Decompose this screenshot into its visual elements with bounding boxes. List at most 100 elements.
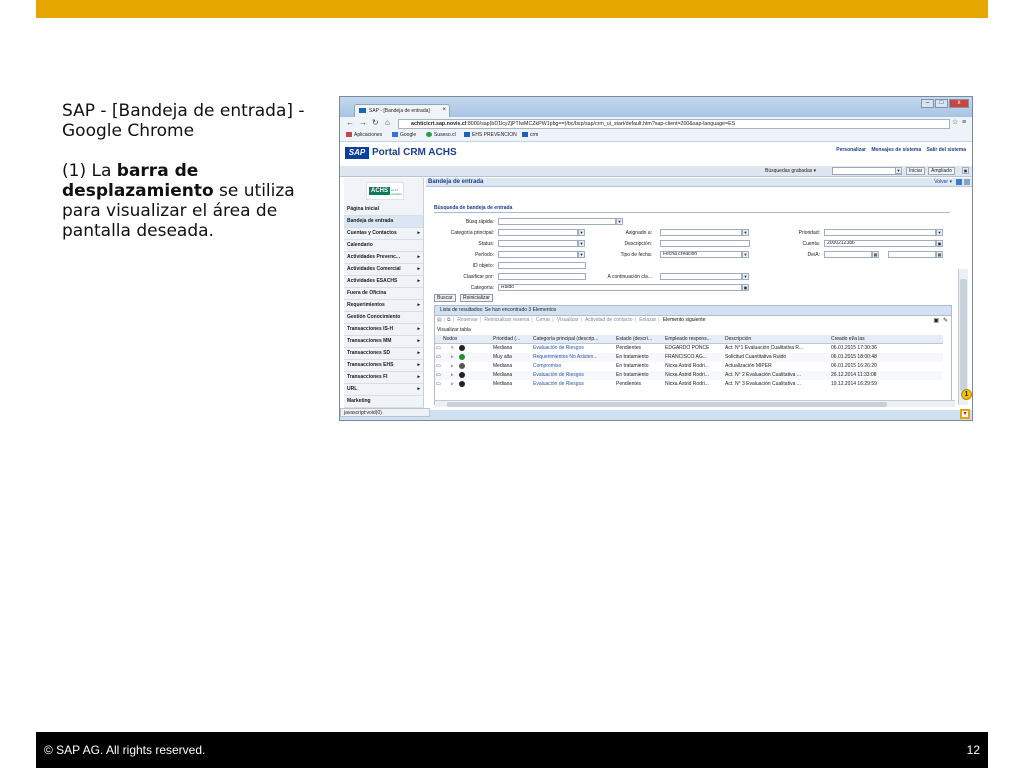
cell-category[interactable]: Requerimientos No Asisten... bbox=[533, 353, 597, 361]
cell-category[interactable]: Evaluación de Riesgos bbox=[533, 371, 584, 379]
link-button[interactable]: Enlazar bbox=[639, 317, 656, 323]
logout-link[interactable]: Salir del sistema bbox=[927, 147, 966, 153]
row-select-icon[interactable]: ▭ bbox=[436, 371, 441, 379]
table-row[interactable]: ▭ ▿ Mediana Evaluación de Riesgos Pendientes… bbox=[435, 344, 943, 353]
table-icon[interactable]: ▤ bbox=[437, 317, 442, 323]
expand-node-icon[interactable]: ▹ bbox=[451, 371, 454, 379]
browser-tab[interactable]: SAP - [Bandeja de entrada] × bbox=[354, 104, 450, 117]
column-header[interactable]: Estado (descri... bbox=[616, 335, 652, 343]
date-to-input[interactable] bbox=[888, 251, 936, 258]
nav-item[interactable]: Transacciones FI ▸ bbox=[344, 372, 423, 384]
saved-searches-select[interactable] bbox=[832, 167, 902, 175]
horizontal-scrollbar[interactable] bbox=[435, 400, 955, 407]
nav-item[interactable]: Requerimientos ▸ bbox=[344, 300, 423, 312]
chevron-right-icon[interactable]: ▸ bbox=[417, 300, 420, 311]
chevron-right-icon[interactable]: ▸ bbox=[417, 372, 420, 383]
table-row[interactable]: ▭ ▹ Mediana Evaluación de Riesgos Pendientes… bbox=[435, 380, 943, 389]
search-button[interactable]: Buscar bbox=[434, 294, 456, 302]
copy-icon[interactable]: ⧉ bbox=[447, 317, 451, 323]
continue-classify-select[interactable] bbox=[660, 273, 742, 280]
row-select-icon[interactable]: ▭ bbox=[436, 362, 441, 370]
contact-activity-button[interactable]: Actividad de contacto bbox=[585, 317, 633, 323]
period-select[interactable] bbox=[498, 251, 578, 258]
reserve-button[interactable]: Reservar bbox=[457, 317, 477, 323]
chevron-down-icon[interactable]: ▼ bbox=[616, 218, 623, 225]
minimize-button[interactable]: – bbox=[921, 99, 934, 108]
main-category-select[interactable] bbox=[498, 229, 578, 236]
nav-item[interactable]: Transacciones IS-H ▸ bbox=[344, 324, 423, 336]
vertical-scrollbar[interactable] bbox=[958, 269, 968, 405]
calendar-icon[interactable]: ▦ bbox=[936, 251, 943, 258]
column-header[interactable]: Descripción bbox=[725, 335, 751, 343]
bookmark-item[interactable]: Suseso.cl bbox=[426, 132, 456, 138]
nav-item[interactable]: Bandeja de entrada bbox=[344, 216, 423, 228]
view-button[interactable]: Visualizar bbox=[557, 317, 579, 323]
reset-button[interactable]: Reinicializar bbox=[460, 294, 493, 302]
nav-item[interactable]: Transacciones EHS ▸ bbox=[344, 360, 423, 372]
description-input[interactable] bbox=[660, 240, 750, 247]
chevron-right-icon[interactable]: ▸ bbox=[417, 252, 420, 263]
nav-item[interactable]: Actividades ESACHS ▸ bbox=[344, 276, 423, 288]
nav-item[interactable]: Actividades Comercial ▸ bbox=[344, 264, 423, 276]
vertical-scroll-thumb[interactable] bbox=[960, 279, 967, 391]
forward-icon[interactable]: → bbox=[359, 118, 367, 128]
system-messages-link[interactable]: Mensajes de sistema bbox=[871, 147, 921, 153]
cell-category[interactable]: Evaluación de Riesgos bbox=[533, 344, 584, 352]
chevron-down-icon[interactable]: ▼ bbox=[578, 240, 585, 247]
picker-icon[interactable]: ▣ bbox=[936, 240, 943, 247]
row-select-icon[interactable]: ▭ bbox=[436, 344, 441, 352]
priority-select[interactable] bbox=[824, 229, 936, 236]
back-button[interactable]: Volver ▾ bbox=[934, 179, 952, 185]
view-table-button[interactable]: Visualizar tabla bbox=[435, 326, 951, 335]
chevron-right-icon[interactable]: ▸ bbox=[417, 276, 420, 287]
chevron-right-icon[interactable]: ▸ bbox=[417, 336, 420, 347]
settings-icon[interactable] bbox=[964, 179, 970, 185]
column-header[interactable]: Empleado respons... bbox=[665, 335, 711, 343]
reset-reserve-button[interactable]: Reinicializar reserva bbox=[484, 317, 529, 323]
nav-item[interactable]: Actividades Prevenc... ▸ bbox=[344, 252, 423, 264]
expand-node-icon[interactable]: ▹ bbox=[451, 362, 454, 370]
nav-item[interactable]: Página inicial bbox=[344, 204, 423, 216]
quick-search-input[interactable] bbox=[498, 218, 616, 225]
chevron-down-icon[interactable]: ▼ bbox=[742, 273, 749, 280]
horizontal-scroll-thumb[interactable] bbox=[447, 402, 887, 407]
bookmark-item[interactable]: Google bbox=[392, 132, 416, 138]
expand-node-icon[interactable]: ▹ bbox=[451, 353, 454, 361]
chevron-right-icon[interactable]: ▸ bbox=[417, 324, 420, 335]
chevron-down-icon[interactable]: ▼ bbox=[578, 251, 585, 258]
bookmark-item[interactable]: EHS PREVENCION bbox=[464, 132, 517, 138]
back-icon[interactable]: ← bbox=[346, 118, 354, 128]
home-icon[interactable]: ⌂ bbox=[385, 118, 390, 128]
row-select-icon[interactable]: ▭ bbox=[436, 380, 441, 388]
category-input[interactable]: Ruido bbox=[498, 284, 742, 291]
column-header[interactable]: Nodos bbox=[443, 335, 457, 343]
help-icon[interactable] bbox=[956, 179, 962, 185]
nav-item[interactable]: Calendario bbox=[344, 240, 423, 252]
table-row[interactable]: ▭ ▹ Mediana Compromiso En tratamiento Nicxa A… bbox=[435, 362, 943, 371]
bookmark-star-icon[interactable]: ☆ bbox=[952, 118, 958, 128]
nav-item[interactable]: Transacciones MM ▸ bbox=[344, 336, 423, 348]
settings-icon[interactable]: ✎ bbox=[943, 317, 948, 324]
chevron-down-icon[interactable]: ▼ bbox=[578, 229, 585, 236]
calendar-icon[interactable]: ▦ bbox=[872, 251, 879, 258]
tab-close-icon[interactable]: × bbox=[442, 107, 446, 113]
nav-item[interactable]: Fuera de Oficina bbox=[344, 288, 423, 300]
close-window-button[interactable]: x bbox=[949, 99, 969, 108]
chevron-down-icon[interactable]: ▼ bbox=[742, 229, 749, 236]
nav-item[interactable]: Gestión Conocimiento bbox=[344, 312, 423, 324]
column-header[interactable]: Categoría principal (descrip... bbox=[533, 335, 598, 343]
nav-item[interactable]: Transacciones SD ▸ bbox=[344, 348, 423, 360]
row-select-icon[interactable]: ▭ bbox=[436, 353, 441, 361]
table-row[interactable]: ▭ ▹ Mediana Evaluación de Riesgos En tratami… bbox=[435, 371, 943, 380]
personalize-link[interactable]: Personalizar bbox=[836, 147, 866, 153]
date-type-select[interactable]: Fecha creación bbox=[660, 251, 742, 258]
nav-item[interactable]: Cuentas y Contactos ▸ bbox=[344, 228, 423, 240]
expand-node-icon[interactable]: ▹ bbox=[451, 380, 454, 388]
object-id-input[interactable] bbox=[498, 262, 586, 269]
next-element-button[interactable]: Elemento siguiente bbox=[663, 317, 706, 323]
status-select[interactable] bbox=[498, 240, 578, 247]
classify-select[interactable] bbox=[498, 273, 586, 280]
cell-category[interactable]: Compromiso bbox=[533, 362, 561, 370]
chevron-right-icon[interactable]: ▸ bbox=[417, 384, 420, 395]
date-from-input[interactable] bbox=[824, 251, 872, 258]
